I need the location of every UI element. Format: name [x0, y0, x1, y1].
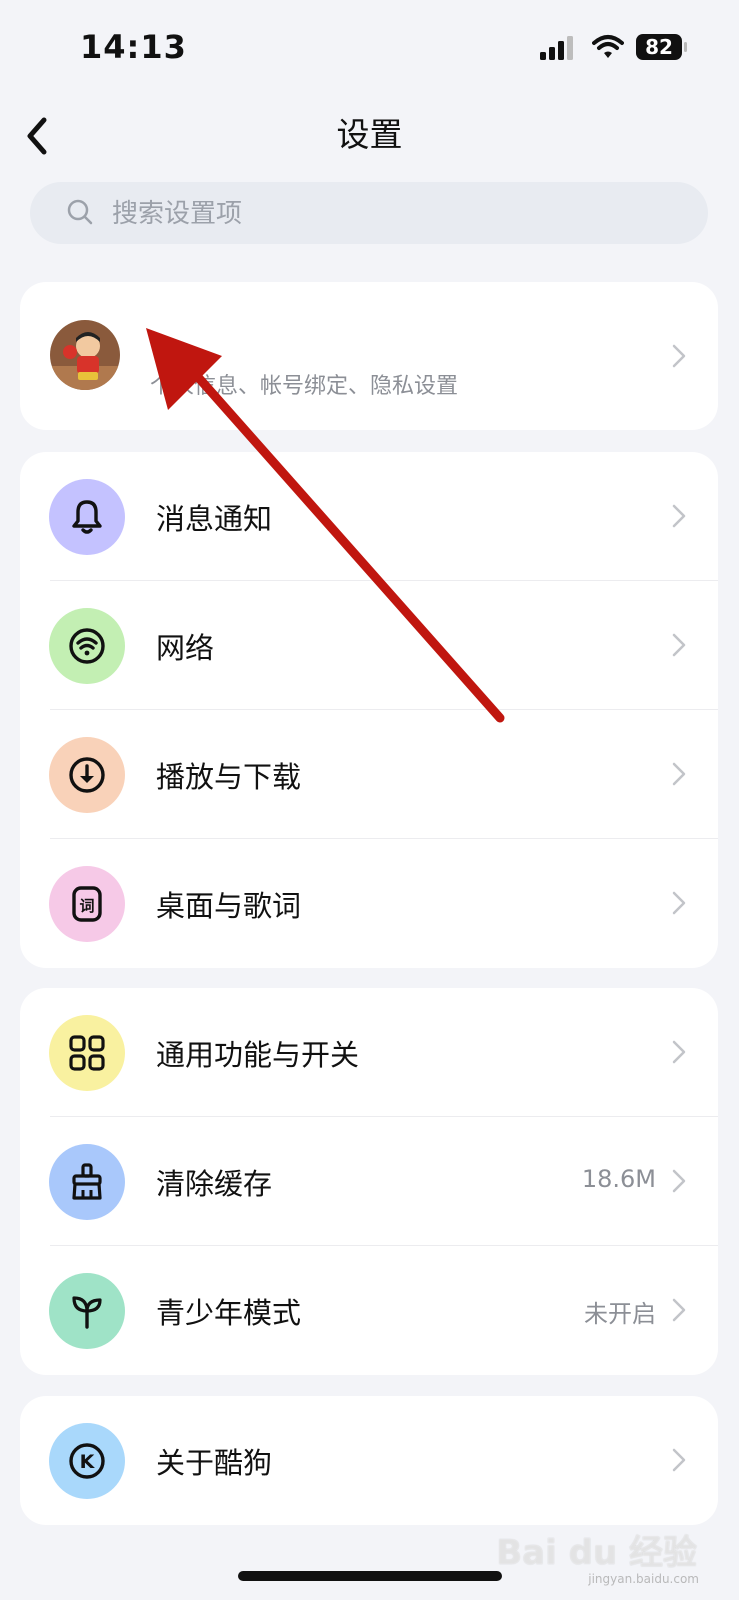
page-title: 设置	[336, 115, 403, 154]
download-icon	[69, 757, 105, 793]
settings-item-label: 桌面与歌词	[156, 889, 302, 923]
download-icon-badge	[49, 737, 125, 813]
settings-item-general-functions[interactable]: 通用功能与开关	[20, 988, 718, 1117]
wifi-icon	[69, 628, 105, 664]
settings-item-label: 播放与下载	[156, 760, 302, 794]
settings-item-label: 青少年模式	[156, 1296, 302, 1330]
settings-item-youth-mode[interactable]: 青少年模式 未开启	[20, 1246, 718, 1375]
broom-icon	[72, 1163, 102, 1200]
svg-text:K: K	[80, 1451, 96, 1473]
status-time: 14:13	[80, 28, 187, 66]
grid-icon	[69, 1035, 105, 1071]
settings-group-general: 通用功能与开关 清除缓存 18.6M 青少年模式 未开启	[20, 988, 718, 1375]
settings-item-network[interactable]: 网络	[20, 581, 718, 710]
settings-item-playback-download[interactable]: 播放与下载	[20, 710, 718, 839]
battery-indicator: 82	[636, 34, 687, 62]
chevron-right-icon	[672, 633, 686, 657]
sprout-icon-badge	[49, 1273, 125, 1349]
status-bar: 14:13 82	[0, 0, 739, 96]
chevron-right-icon	[672, 1298, 686, 1322]
profile-subtitle: 个人信息、帐号绑定、隐私设置	[150, 374, 459, 399]
broom-icon-badge	[49, 1144, 125, 1220]
settings-item-clear-cache[interactable]: 清除缓存 18.6M	[20, 1117, 718, 1246]
chevron-right-icon	[672, 891, 686, 915]
kugou-icon: K	[69, 1443, 105, 1479]
settings-item-label: 网络	[156, 631, 215, 665]
settings-item-desktop-lyrics[interactable]: 词 桌面与歌词	[20, 839, 718, 968]
sprout-icon	[72, 1296, 102, 1329]
settings-item-label: 消息通知	[156, 502, 273, 536]
cellular-signal-icon	[540, 36, 573, 60]
lyrics-icon: 词	[72, 886, 102, 922]
settings-item-about[interactable]: K 关于酷狗	[20, 1396, 718, 1525]
chevron-right-icon	[672, 504, 686, 528]
chevron-right-icon	[672, 1169, 686, 1193]
settings-item-notifications[interactable]: 消息通知	[20, 452, 718, 581]
search-input[interactable]	[110, 192, 674, 236]
settings-item-label: 关于酷狗	[156, 1446, 273, 1480]
cache-size-value: 18.6M	[581, 1165, 656, 1193]
chevron-right-icon	[672, 762, 686, 786]
network-icon-badge	[49, 608, 125, 684]
chevron-right-icon	[672, 1448, 686, 1472]
settings-item-label: 清除缓存	[156, 1167, 273, 1201]
notification-icon-badge	[49, 479, 125, 555]
avatar[interactable]	[50, 320, 120, 390]
battery-level: 82	[636, 34, 682, 60]
settings-item-label: 通用功能与开关	[156, 1038, 360, 1072]
wifi-status-icon	[592, 35, 624, 58]
watermark-url: jingyan.baidu.com	[588, 1572, 699, 1586]
search-bar[interactable]	[30, 182, 708, 244]
youth-mode-status: 未开启	[584, 1300, 656, 1328]
chevron-right-icon	[672, 1040, 686, 1064]
home-indicator	[238, 1571, 502, 1581]
svg-text:词: 词	[79, 897, 94, 915]
nav-bar: 设置	[0, 96, 739, 180]
chevron-right-icon	[672, 344, 686, 368]
grid-icon-badge	[49, 1015, 125, 1091]
bell-icon	[72, 500, 102, 534]
profile-card[interactable]: 个人信息、帐号绑定、隐私设置	[20, 282, 718, 430]
kugou-icon-badge: K	[49, 1423, 125, 1499]
lyrics-icon-badge: 词	[49, 866, 125, 942]
search-icon	[67, 199, 93, 225]
watermark-logo: Bai du 经验	[496, 1533, 697, 1573]
settings-group-about: K 关于酷狗	[20, 1396, 718, 1525]
settings-group-basic: 消息通知 网络 播放与下载 词 桌面与歌词	[20, 452, 718, 968]
